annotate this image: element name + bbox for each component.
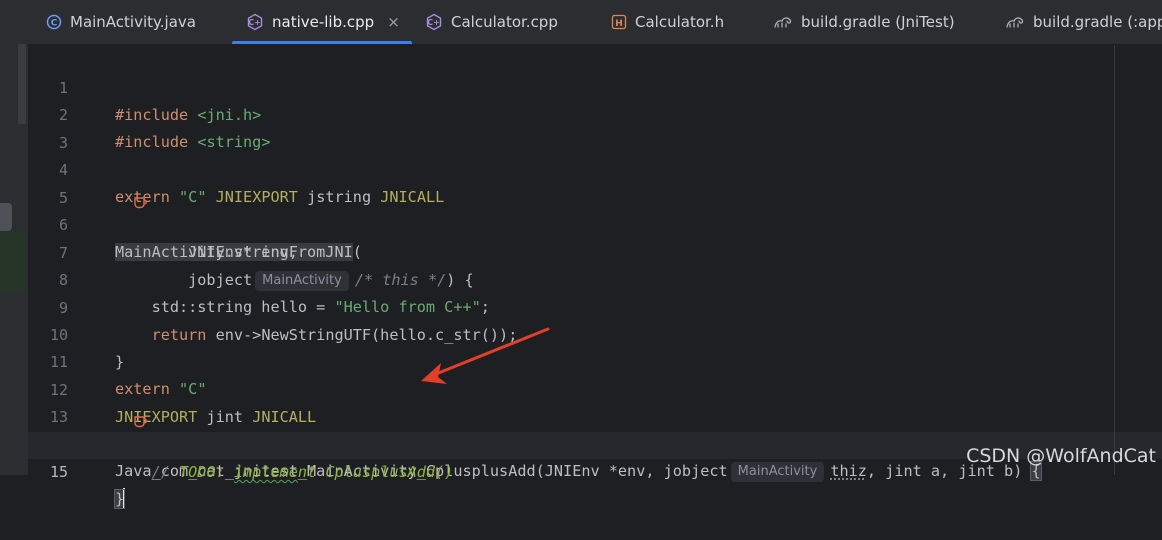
code-line: 3 <box>28 103 1162 130</box>
code-line: 14 // TODO: implement CplusplusAdd() <box>28 405 1162 432</box>
gradle-icon <box>773 14 793 30</box>
cpp-file-icon: C+ <box>425 13 443 31</box>
tab-label: MainActivity.java <box>70 13 196 31</box>
code-line: 6 JNIEnv* env, <box>28 185 1162 212</box>
code-line: 2 #include <string> <box>28 75 1162 102</box>
left-tool-strip <box>0 0 28 475</box>
code-line: 10 } <box>28 295 1162 322</box>
code-line: 13 Java_com_cat_jnitest_MainActivity_Cpl… <box>28 377 1162 404</box>
tab-calculator-h[interactable]: H Calculator.h <box>611 0 724 44</box>
svg-text:C+: C+ <box>248 18 261 27</box>
text-caret <box>123 488 125 508</box>
vcs-change-marker <box>0 232 26 292</box>
code-line: 12 JNIEXPORT jint JNICALL <box>28 350 1162 377</box>
panel-scroll-thumb[interactable] <box>0 203 12 231</box>
code-line: 8 std::string hello = "Hello from C++"; <box>28 240 1162 267</box>
tab-build-gradle-app[interactable]: build.gradle (:app) <box>1005 0 1162 44</box>
right-margin-guide <box>1114 45 1115 475</box>
svg-text:H: H <box>615 19 623 29</box>
gradle-icon <box>1005 14 1025 30</box>
tab-label: Calculator.cpp <box>451 13 558 31</box>
watermark: CSDN @WolfAndCat <box>966 445 1156 467</box>
code-line: 11 extern "C" <box>28 322 1162 349</box>
tab-native-lib-cpp[interactable]: C+ native-lib.cpp × <box>246 0 400 44</box>
cpp-file-icon: C+ <box>246 13 264 31</box>
line-number: 15 <box>28 459 68 486</box>
code-line: 9 return env->NewStringUTF(hello.c_str()… <box>28 268 1162 295</box>
editor-left-marker <box>18 44 26 124</box>
tab-label: build.gradle (:app) <box>1033 13 1162 31</box>
header-file-icon: H <box>611 14 627 30</box>
close-icon[interactable]: × <box>387 13 400 31</box>
code-line: 5 MainActivity.stringFromJNI( <box>28 158 1162 185</box>
tab-build-gradle-jnitest[interactable]: build.gradle (JniTest) <box>773 0 955 44</box>
java-class-icon: C <box>46 14 62 30</box>
tab-calculator-cpp[interactable]: C+ Calculator.cpp <box>425 0 558 44</box>
code-line: 7 jobject MainActivity/* this */) { <box>28 213 1162 240</box>
parameter-type-hint: MainActivity <box>731 462 825 482</box>
tab-label: native-lib.cpp <box>272 13 374 31</box>
tab-label: Calculator.h <box>635 13 724 31</box>
tab-mainactivity-java[interactable]: C MainActivity.java <box>46 0 196 44</box>
svg-text:C+: C+ <box>427 18 440 27</box>
code-line: 4 extern "C" JNIEXPORT jstring JNICALL <box>28 130 1162 157</box>
code-line: 1 #include <jni.h> <box>28 48 1162 75</box>
code-editor[interactable]: 1 #include <jni.h> 2 #include <string> 3… <box>28 45 1162 475</box>
tab-label: build.gradle (JniTest) <box>801 13 955 31</box>
svg-text:C: C <box>51 19 58 29</box>
editor-tab-bar: C MainActivity.java C+ native-lib.cpp × … <box>28 0 1162 45</box>
